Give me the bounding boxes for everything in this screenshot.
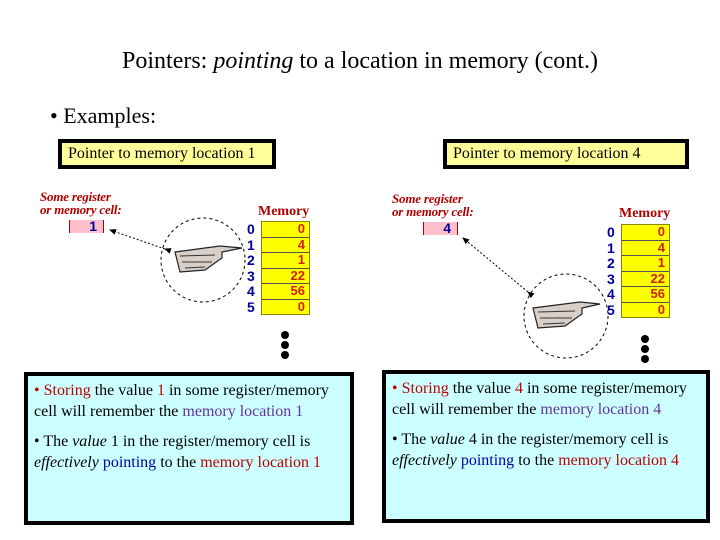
address: 1 xyxy=(607,239,615,256)
text: 1 in the register/memory cell is xyxy=(106,433,311,450)
text: the value xyxy=(448,380,515,397)
memory-cell: 1 xyxy=(262,252,309,269)
dot xyxy=(281,331,289,339)
storing-word: Storing xyxy=(401,380,449,397)
explanation-paragraph-1: • Storing the value 1 in some register/m… xyxy=(34,380,344,422)
address: 0 xyxy=(607,224,615,240)
memory-location-text: memory location 4 xyxy=(558,452,680,469)
memory-cell: 56 xyxy=(262,283,309,300)
register-caption-line2: or memory cell: xyxy=(40,202,122,217)
memory-location-text: memory location 1 xyxy=(200,454,322,471)
address: 3 xyxy=(607,270,615,287)
memory-cell: 0 xyxy=(622,224,669,241)
register-cell-1: 1 xyxy=(69,219,104,233)
effectively-word: effectively xyxy=(392,452,457,469)
text: to the xyxy=(156,454,201,471)
dot xyxy=(641,335,649,343)
address: 1 xyxy=(247,236,255,253)
pointing-word: pointing xyxy=(102,454,157,471)
stored-value: 4 xyxy=(514,380,523,397)
pointer-arrow-1 xyxy=(109,229,172,254)
text: • The xyxy=(34,433,73,450)
register-caption-line2: or memory cell: xyxy=(392,204,474,219)
dot xyxy=(281,351,289,359)
storing-word: Storing xyxy=(43,382,91,399)
text: to the xyxy=(514,452,559,469)
memory-title-2: Memory xyxy=(619,206,671,221)
value-word: value xyxy=(430,431,465,448)
register-caption-1: Some register or memory cell: xyxy=(40,190,122,217)
explanation-paragraph-2: • The value 1 in the register/memory cel… xyxy=(34,431,344,473)
address: 3 xyxy=(247,267,255,284)
explanation-box-2: • Storing the value 4 in some register/m… xyxy=(382,370,710,523)
bullet: • xyxy=(392,380,402,397)
memory-location-text: memory location 4 xyxy=(540,401,662,418)
memory-cell: 56 xyxy=(622,286,669,303)
continuation-dots-1 xyxy=(281,331,291,361)
dot xyxy=(641,345,649,353)
register-cell-2: 4 xyxy=(423,221,458,235)
memory-title-1: Memory xyxy=(258,204,310,219)
dot xyxy=(281,341,289,349)
address: 2 xyxy=(247,252,255,268)
pointing-word: pointing xyxy=(460,452,515,469)
memory-cell: 0 xyxy=(262,221,309,238)
memory-cell: 4 xyxy=(622,240,669,256)
continuation-dots-2 xyxy=(641,335,651,365)
text: 4 in the register/memory cell is xyxy=(464,431,669,448)
address-column-1: 0 1 2 3 4 5 xyxy=(247,221,259,315)
pointing-hand-icon-1 xyxy=(174,245,243,273)
address: 2 xyxy=(607,255,615,271)
memory-cell: 22 xyxy=(262,268,309,284)
dot xyxy=(641,355,649,363)
explanation-box-1: • Storing the value 1 in some register/m… xyxy=(24,372,354,525)
explanation-paragraph-2: • The value 4 in the register/memory cel… xyxy=(392,429,700,471)
address: 4 xyxy=(607,286,615,302)
address: 0 xyxy=(247,221,255,237)
memory-cell: 0 xyxy=(297,298,305,314)
memory-location-text: memory location 1 xyxy=(182,403,304,420)
pointing-hand-icon-2 xyxy=(532,301,601,329)
bullet: • xyxy=(34,382,44,399)
address: 4 xyxy=(247,283,255,299)
address: 5 xyxy=(607,301,615,318)
memory-cell: 22 xyxy=(622,271,669,287)
memory-cell: 1 xyxy=(622,255,669,272)
pointer-arrow-2 xyxy=(462,237,535,299)
address-column-2: 0 1 2 3 4 5 xyxy=(607,224,619,318)
memory-table-2: 0 4 1 22 56 0 xyxy=(621,224,670,318)
memory-cell: 4 xyxy=(262,237,309,253)
address: 5 xyxy=(247,298,255,315)
explanation-paragraph-1: • Storing the value 4 in some register/m… xyxy=(392,378,700,420)
memory-cell: 0 xyxy=(657,301,665,317)
text: the value xyxy=(90,382,157,399)
effectively-word: effectively xyxy=(34,454,99,471)
value-word: value xyxy=(72,433,107,450)
stored-value: 1 xyxy=(156,382,165,399)
text: • The xyxy=(392,431,431,448)
memory-table-1: 0 4 1 22 56 0 xyxy=(261,221,310,315)
register-caption-2: Some register or memory cell: xyxy=(392,192,474,219)
